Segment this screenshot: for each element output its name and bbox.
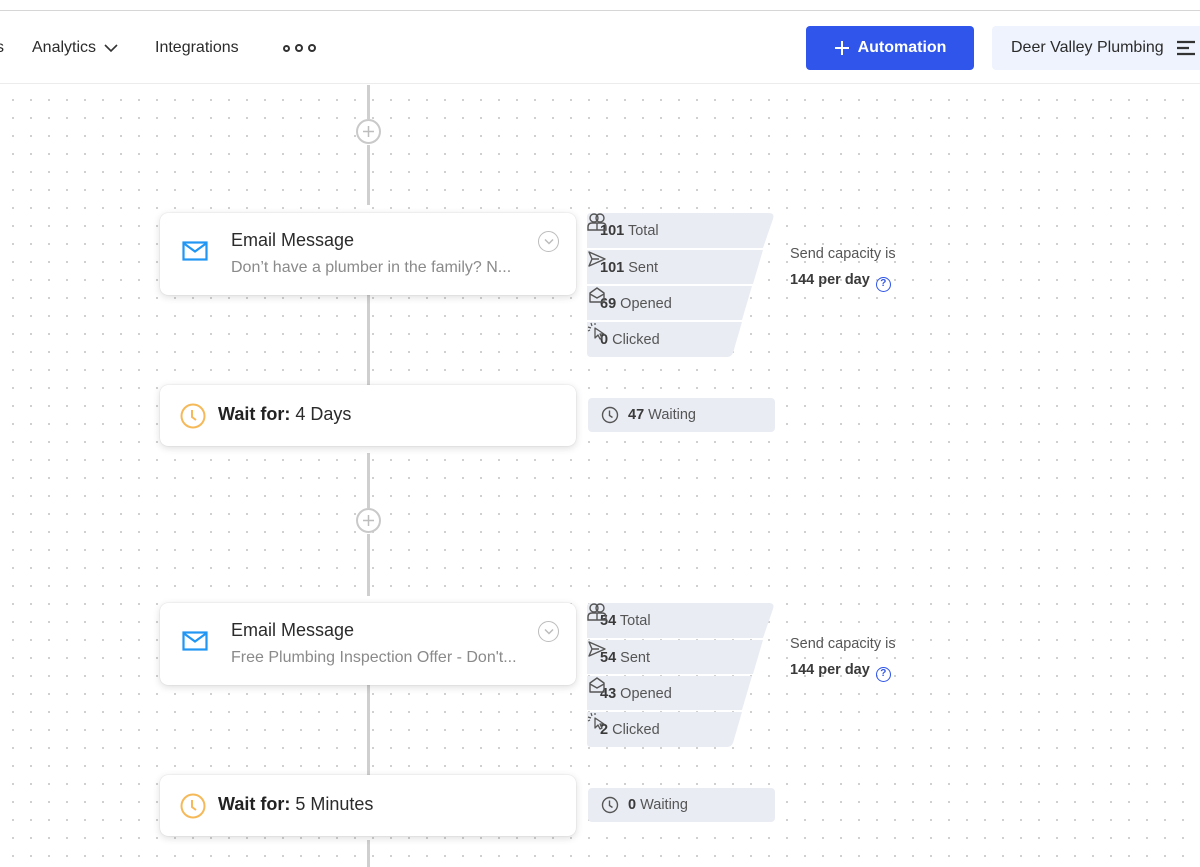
stat-opened: 43 Opened [587,676,672,712]
nav-item-analytics-label: Analytics [32,39,97,56]
stat-label: Sent [628,260,659,276]
expand-chevron-icon[interactable] [538,231,559,252]
waiting-label: Waiting [648,407,696,423]
stat-label: Sent [620,650,651,666]
stat-sent: 101 Sent [587,250,658,286]
clock-icon [180,793,206,819]
plus-icon [834,41,849,55]
dot [295,44,303,52]
clock-icon [180,403,206,429]
expand-chevron-icon[interactable] [538,621,559,642]
stat-total: 101 Total [587,213,659,249]
wait-label: Wait for: [218,794,291,814]
help-icon[interactable]: ? [875,666,891,682]
plus-icon [363,515,374,526]
wait-label: Wait for: [218,404,291,424]
email-stats-funnel: 54 Total 54 Sent 43 Opened 2 Clicked [587,603,777,747]
wait-step-card[interactable]: Wait for: 4 Days [160,385,576,446]
send-icon [588,251,606,267]
add-step-button[interactable] [356,119,381,144]
waiting-label: Waiting [640,797,688,813]
users-icon [587,213,607,231]
capacity-prefix: Send capacity is [790,636,896,652]
opened-envelope-icon [589,287,605,303]
step-subtitle: Don’t have a plumber in the family? N... [231,259,512,276]
send-icon [588,641,606,657]
step-title: Email Message [231,620,355,640]
dot [308,44,316,52]
capacity-value: 144 per day [790,272,870,288]
send-capacity-info: Send capacity is 144 per day? [790,241,896,293]
nav-item-integrations[interactable]: Integrations [155,12,239,84]
add-automation-label: Automation [857,39,947,56]
account-menu[interactable]: Deer Valley Plumbing [992,26,1200,70]
nav-item-partial[interactable]: s [0,12,4,84]
capacity-prefix: Send capacity is [790,246,896,262]
click-cursor-icon [587,712,605,730]
capacity-value: 144 per day [790,662,870,678]
waiting-value: 0 [628,797,637,813]
email-icon [182,241,208,261]
stat-opened: 69 Opened [587,286,672,322]
clock-icon [601,406,619,424]
stat-label: Total [619,613,651,629]
connector-line [367,534,370,596]
top-border [0,0,1200,11]
stat-label: Opened [620,296,672,312]
connector-line [367,145,370,205]
waiting-count-badge: 0 Waiting [588,788,775,822]
stat-clicked: 0 Clicked [587,322,660,358]
clock-icon [601,796,619,814]
nav-item-analytics[interactable]: Analytics [32,12,118,84]
stat-sent: 54 Sent [587,640,650,676]
waiting-count-badge: 47 Waiting [588,398,775,432]
click-cursor-icon [587,322,605,340]
menu-icon [1176,40,1195,56]
email-step-card[interactable]: Email Message Free Plumbing Inspection O… [160,603,576,685]
send-capacity-info: Send capacity is 144 per day? [790,631,896,683]
top-nav-bar: s Analytics Integrations Automation Deer… [0,12,1200,84]
account-name: Deer Valley Plumbing [1011,39,1164,56]
step-title: Email Message [231,230,355,250]
help-icon[interactable]: ? [875,276,891,292]
stat-clicked: 2 Clicked [587,712,660,748]
plus-icon [363,126,374,137]
email-stats-funnel: 101 Total 101 Sent 69 Opened 0 Clicked [587,213,777,357]
wait-step-card[interactable]: Wait for: 5 Minutes [160,775,576,836]
connector-line [367,294,370,386]
email-icon [182,631,208,651]
connector-line [367,85,370,119]
users-icon [587,603,607,621]
stat-label: Opened [620,686,672,702]
opened-envelope-icon [589,677,605,693]
add-automation-button[interactable]: Automation [806,26,974,70]
add-step-button[interactable] [356,508,381,533]
dot [283,44,290,52]
wait-duration: 5 Minutes [295,794,374,814]
connector-line [367,684,370,776]
connector-line [367,840,370,867]
workflow-canvas: Email Message Don’t have a plumber in th… [0,85,1200,867]
waiting-value: 47 [628,407,645,423]
email-step-card[interactable]: Email Message Don’t have a plumber in th… [160,213,576,295]
stat-label: Clicked [612,332,660,348]
more-dots-icon[interactable] [283,12,316,84]
chevron-down-icon [104,44,118,53]
connector-line [367,453,370,508]
stat-label: Total [627,223,659,239]
stat-total: 54 Total [587,603,651,639]
stat-label: Clicked [612,722,660,738]
wait-duration: 4 Days [295,404,352,424]
step-subtitle: Free Plumbing Inspection Offer - Don't..… [231,649,517,666]
